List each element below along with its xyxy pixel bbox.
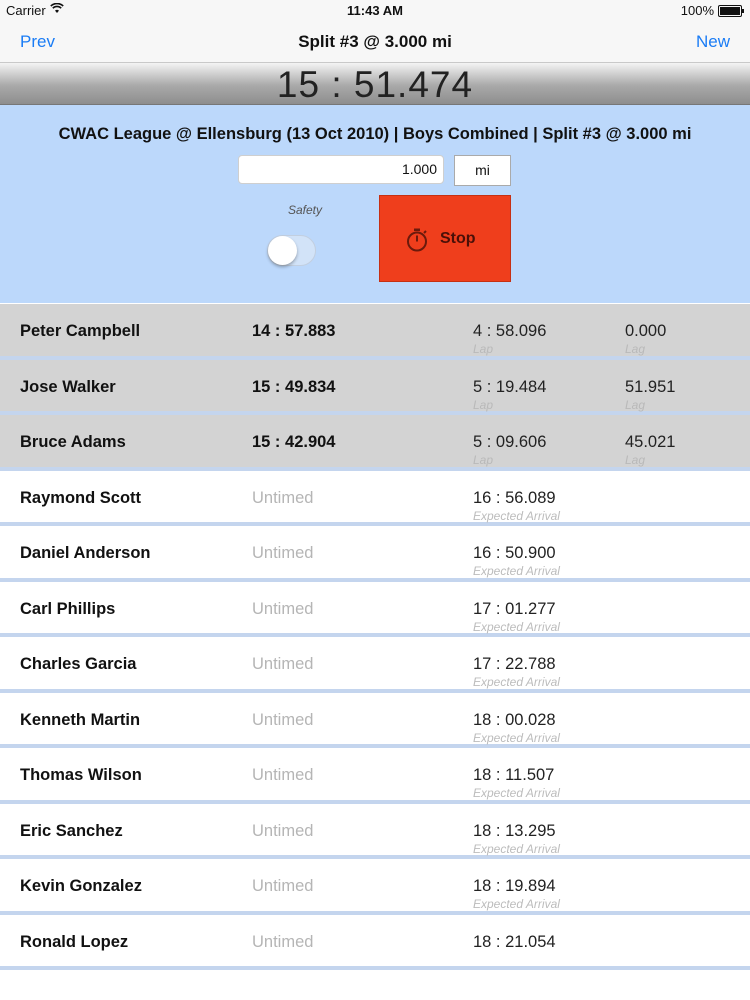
- runner-split-time: Untimed: [252, 655, 314, 673]
- expected-arrival-label: Expected Arrival: [473, 841, 560, 856]
- safety-label: Safety: [287, 203, 323, 217]
- split-control-panel: CWAC League @ Ellensburg (13 Oct 2010) |…: [0, 105, 750, 303]
- page-title: Split #3 @ 3.000 mi: [298, 32, 452, 51]
- runner-split-time: 14 : 57.883: [252, 322, 336, 340]
- lap-time: 5 : 19.484: [473, 377, 547, 396]
- runner-name: Jose Walker: [20, 377, 116, 396]
- runner-row[interactable]: Thomas Wilson Untimed 18 : 11.507 Expected …: [0, 748, 750, 804]
- distance-input[interactable]: 1.000: [238, 155, 444, 184]
- race-clock: 15 : 51.474: [276, 64, 474, 105]
- runner-split-time: Untimed: [252, 599, 314, 618]
- runner-row[interactable]: Ronald Lopez Untimed 18 : 21.054: [0, 915, 750, 970]
- stop-label: Stop: [440, 230, 476, 247]
- expected-arrival-label: Expected Arrival: [473, 675, 560, 689]
- runner-row[interactable]: Peter Campbell 14 : 57.883 4 : 58.096 Lap 0.…: [0, 304, 750, 360]
- runner-split-time: 15 : 49.834: [252, 377, 336, 396]
- lap-time: 4 : 58.096: [473, 322, 547, 340]
- status-time: 11:43 AM: [347, 3, 403, 18]
- battery-percentage: 100%: [680, 3, 714, 18]
- runner-name: Carl Phillips: [20, 599, 116, 618]
- lag-time: 45.021: [625, 433, 676, 451]
- lag-label: Lag: [625, 342, 646, 356]
- status-bar: Carrier 11:43 AM 100%: [0, 0, 750, 22]
- runner-row[interactable]: Raymond Scott Untimed 16 : 56.089 Expected …: [0, 471, 750, 526]
- expected-arrival-time: 18 : 11.507: [473, 766, 555, 784]
- runner-split-time: Untimed: [252, 544, 314, 562]
- expected-arrival-time: 18 : 21.054: [473, 932, 556, 951]
- runner-split-time: Untimed: [252, 877, 314, 895]
- runner-name: Charles Garcia: [20, 655, 137, 673]
- lap-label: Lap: [473, 453, 494, 467]
- runner-split-time: Untimed: [252, 932, 314, 951]
- runner-name: Thomas Wilson: [20, 766, 142, 784]
- new-button[interactable]: New: [696, 32, 730, 52]
- lap-label: Lap: [473, 342, 494, 356]
- expected-arrival-label: Expected Arrival: [473, 897, 560, 911]
- expected-arrival-time: 16 : 56.089: [473, 488, 556, 507]
- runner-row[interactable]: Carl Phillips Untimed 17 : 01.277 Expected …: [0, 582, 750, 637]
- lap-time: 5 : 09.606: [473, 433, 547, 451]
- runner-name: Peter Campbell: [20, 322, 141, 340]
- runner-name: Raymond Scott: [20, 488, 142, 507]
- runner-split-time: Untimed: [252, 710, 314, 729]
- runner-row[interactable]: Eric Sanchez Untimed 18 : 13.295 Expected A…: [0, 804, 750, 859]
- runner-row[interactable]: Charles Garcia Untimed 17 : 22.788 Expected…: [0, 637, 750, 693]
- stopwatch-icon: [406, 228, 428, 252]
- runner-name: Eric Sanchez: [20, 821, 123, 840]
- expected-arrival-time: 17 : 01.277: [473, 599, 556, 618]
- expected-arrival-time: 18 : 00.028: [473, 710, 556, 729]
- expected-arrival-label: Expected Arrival: [473, 786, 560, 800]
- lag-time: 0.000: [625, 322, 667, 340]
- expected-arrival-time: 16 : 50.900: [473, 544, 556, 562]
- safety-toggle[interactable]: [267, 235, 316, 266]
- expected-arrival-label: Expected Arrival: [473, 730, 560, 745]
- expected-arrival-label: Expected Arrival: [473, 508, 560, 523]
- runner-split-time: Untimed: [252, 488, 314, 507]
- runner-row[interactable]: Jose Walker 15 : 49.834 5 : 19.484 Lap 51.95…: [0, 359, 750, 415]
- battery-icon: [718, 5, 744, 17]
- runner-name: Daniel Anderson: [20, 544, 151, 562]
- expected-arrival-label: Expected Arrival: [473, 564, 560, 578]
- runner-name: Bruce Adams: [20, 433, 126, 451]
- race-clock-bar: 15 : 51.474: [0, 63, 750, 105]
- lap-label: Lap: [473, 397, 494, 412]
- lag-time: 51.951: [625, 377, 676, 396]
- runner-name: Kevin Gonzalez: [20, 877, 142, 895]
- runner-row[interactable]: Kenneth Martin Untimed 18 : 00.028 Expected…: [0, 693, 750, 748]
- runner-name: Ronald Lopez: [20, 932, 129, 951]
- navigation-bar: Prev Split #3 @ 3.000 mi New: [0, 22, 750, 63]
- toggle-knob: [268, 236, 297, 265]
- runner-split-time: 15 : 42.904: [252, 433, 336, 451]
- expected-arrival-time: 17 : 22.788: [473, 655, 556, 673]
- runner-row[interactable]: Daniel Anderson Untimed 16 : 50.900 Expecte…: [0, 526, 750, 582]
- unit-button[interactable]: mi: [454, 155, 511, 186]
- runner-split-time: Untimed: [252, 766, 314, 784]
- runner-row[interactable]: Bruce Adams 15 : 42.904 5 : 09.606 Lap 45.02…: [0, 415, 750, 471]
- expected-arrival-time: 18 : 19.894: [473, 877, 556, 895]
- runner-row[interactable]: Kevin Gonzalez Untimed 18 : 19.894 Expected…: [0, 859, 750, 915]
- meet-title: CWAC League @ Ellensburg (13 Oct 2010) |…: [58, 125, 692, 143]
- lag-label: Lag: [625, 453, 646, 467]
- lag-label: Lag: [625, 397, 646, 412]
- expected-arrival-time: 18 : 13.295: [473, 821, 556, 840]
- runner-split-time: Untimed: [252, 821, 314, 840]
- runner-list: Peter Campbell 14 : 57.883 4 : 58.096 Lap 0.…: [0, 304, 750, 970]
- stop-button[interactable]: Stop: [379, 195, 511, 282]
- prev-button[interactable]: Prev: [20, 32, 55, 52]
- expected-arrival-label: Expected Arrival: [473, 619, 560, 634]
- runner-name: Kenneth Martin: [20, 710, 141, 729]
